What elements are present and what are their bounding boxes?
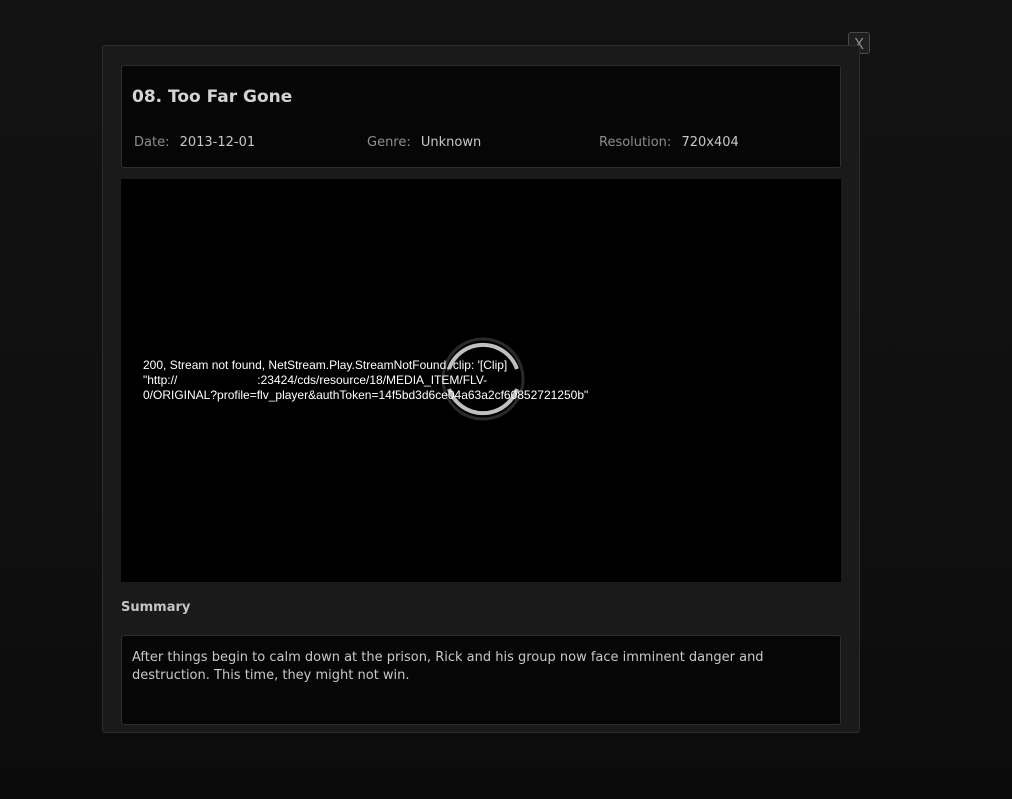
meta-resolution-value: 720x404	[681, 135, 739, 150]
summary-text: After things begin to calm down at the p…	[132, 650, 764, 683]
episode-title: 08. Too Far Gone	[132, 87, 293, 107]
media-details-modal: 08. Too Far Gone Date: 2013-12-01 Genre:…	[102, 45, 860, 733]
meta-resolution: Resolution: 720x404	[599, 135, 739, 150]
meta-date: Date: 2013-12-01	[134, 135, 255, 150]
meta-genre-value: Unknown	[420, 135, 482, 150]
meta-date-value: 2013-12-01	[179, 135, 256, 150]
meta-resolution-label: Resolution:	[599, 135, 672, 150]
episode-info-panel: 08. Too Far Gone Date: 2013-12-01 Genre:…	[121, 65, 841, 168]
meta-genre: Genre: Unknown	[367, 135, 481, 150]
meta-genre-label: Genre:	[367, 135, 411, 150]
meta-date-label: Date:	[134, 135, 170, 150]
video-player[interactable]: 200, Stream not found, NetStream.Play.St…	[121, 179, 841, 582]
summary-panel: After things begin to calm down at the p…	[121, 635, 841, 725]
player-error-message: 200, Stream not found, NetStream.Play.St…	[143, 358, 589, 402]
summary-heading: Summary	[121, 600, 191, 615]
